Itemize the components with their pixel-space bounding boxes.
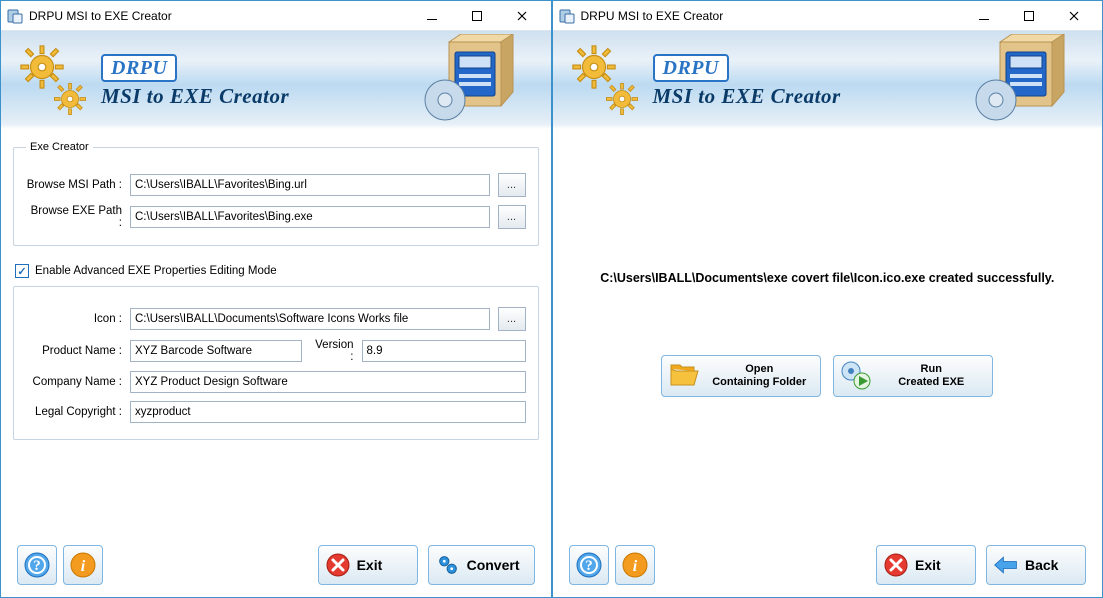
- close-icon: [883, 552, 909, 578]
- minimize-button[interactable]: [961, 6, 1006, 26]
- advanced-checkbox[interactable]: ✓: [15, 264, 29, 278]
- exe-row: Browse EXE Path : ...: [26, 205, 526, 229]
- close-button[interactable]: [1051, 6, 1096, 26]
- banner: DRPU MSI to EXE Creator: [1, 31, 551, 131]
- exit-button[interactable]: Exit: [318, 545, 418, 585]
- browse-exe-button[interactable]: ...: [498, 205, 526, 229]
- titlebar: DRPU MSI to EXE Creator: [553, 1, 1103, 31]
- banner-left: DRPU MSI to EXE Creator: [571, 44, 841, 116]
- content: C:\Users\IBALL\Documents\exe covert file…: [553, 131, 1103, 537]
- company-name-input[interactable]: [130, 371, 526, 393]
- svg-text:i: i: [632, 558, 637, 575]
- company-name-label: Company Name :: [26, 376, 122, 388]
- gears-icon: [571, 44, 641, 116]
- msi-label: Browse MSI Path :: [26, 179, 122, 191]
- status-message: C:\Users\IBALL\Documents\exe covert file…: [600, 271, 1054, 285]
- banner-left: DRPU MSI to EXE Creator: [19, 44, 289, 116]
- advanced-label: Enable Advanced EXE Properties Editing M…: [35, 265, 277, 277]
- open-line1: Open: [745, 363, 773, 375]
- open-line2: Containing Folder: [712, 376, 806, 388]
- legal-copyright-label: Legal Copyright :: [26, 406, 122, 418]
- brand-subtitle: MSI to EXE Creator: [101, 86, 289, 107]
- convert-icon: [435, 552, 461, 578]
- open-containing-folder-button[interactable]: Open Containing Folder: [661, 355, 821, 397]
- maximize-button[interactable]: [455, 6, 500, 26]
- window-title: DRPU MSI to EXE Creator: [581, 9, 962, 23]
- exe-label: Browse EXE Path :: [26, 205, 122, 229]
- maximize-button[interactable]: [1006, 6, 1051, 26]
- exit-label: Exit: [357, 557, 383, 573]
- close-icon: [325, 552, 351, 578]
- back-arrow-icon: [993, 552, 1019, 578]
- banner: DRPU MSI to EXE Creator: [553, 31, 1103, 131]
- legal-copyright-input[interactable]: [130, 401, 526, 423]
- svg-text:i: i: [81, 558, 86, 575]
- version-label: Version :: [310, 339, 354, 363]
- help-button[interactable]: ?: [569, 545, 609, 585]
- folder-icon: [668, 359, 700, 394]
- version-input[interactable]: [362, 340, 526, 362]
- icon-label: Icon :: [26, 313, 122, 325]
- browse-icon-button[interactable]: ...: [498, 307, 526, 331]
- run-icon: [840, 359, 872, 394]
- brand-logo: DRPU: [653, 54, 729, 82]
- window-right: DRPU MSI to EXE Creator DRPU MSI to EXE …: [552, 0, 1103, 598]
- svg-text:?: ?: [33, 558, 41, 574]
- svg-text:?: ?: [585, 558, 593, 574]
- titlebar: DRPU MSI to EXE Creator: [1, 1, 551, 31]
- browse-msi-button[interactable]: ...: [498, 173, 526, 197]
- back-label: Back: [1025, 557, 1058, 573]
- exe-creator-legend: Exe Creator: [26, 141, 93, 153]
- exe-path-input[interactable]: [130, 206, 490, 228]
- brand-logo: DRPU: [101, 54, 177, 82]
- close-button[interactable]: [500, 6, 545, 26]
- box-illustration-icon: [972, 34, 1092, 127]
- brand-subtitle: MSI to EXE Creator: [653, 86, 841, 107]
- exit-button[interactable]: Exit: [876, 545, 976, 585]
- exit-label: Exit: [915, 557, 941, 573]
- run-line1: Run: [921, 363, 942, 375]
- product-name-label: Product Name :: [26, 345, 122, 357]
- run-created-exe-button[interactable]: Run Created EXE: [833, 355, 993, 397]
- help-button[interactable]: ?: [17, 545, 57, 585]
- advanced-properties-group: Icon : ... Product Name : Version : Comp…: [13, 286, 539, 440]
- app-icon: [559, 8, 575, 24]
- window-left: DRPU MSI to EXE Creator DRPU MSI to EXE …: [0, 0, 552, 598]
- exe-creator-group: Exe Creator Browse MSI Path : ... Browse…: [13, 141, 539, 246]
- app-icon: [7, 8, 23, 24]
- box-illustration-icon: [421, 34, 541, 127]
- run-line2: Created EXE: [898, 376, 964, 388]
- convert-label: Convert: [467, 557, 520, 573]
- window-title: DRPU MSI to EXE Creator: [29, 9, 410, 23]
- gears-icon: [19, 44, 89, 116]
- info-button[interactable]: i: [615, 545, 655, 585]
- convert-button[interactable]: Convert: [428, 545, 535, 585]
- minimize-button[interactable]: [410, 6, 455, 26]
- msi-path-input[interactable]: [130, 174, 490, 196]
- content: Exe Creator Browse MSI Path : ... Browse…: [1, 131, 551, 537]
- info-button[interactable]: i: [63, 545, 103, 585]
- footer: ? i Exit: [1, 537, 551, 597]
- back-button[interactable]: Back: [986, 545, 1086, 585]
- footer: ? i Exit Back: [553, 537, 1103, 597]
- product-name-input[interactable]: [130, 340, 302, 362]
- msi-row: Browse MSI Path : ...: [26, 173, 526, 197]
- icon-path-input[interactable]: [130, 308, 490, 330]
